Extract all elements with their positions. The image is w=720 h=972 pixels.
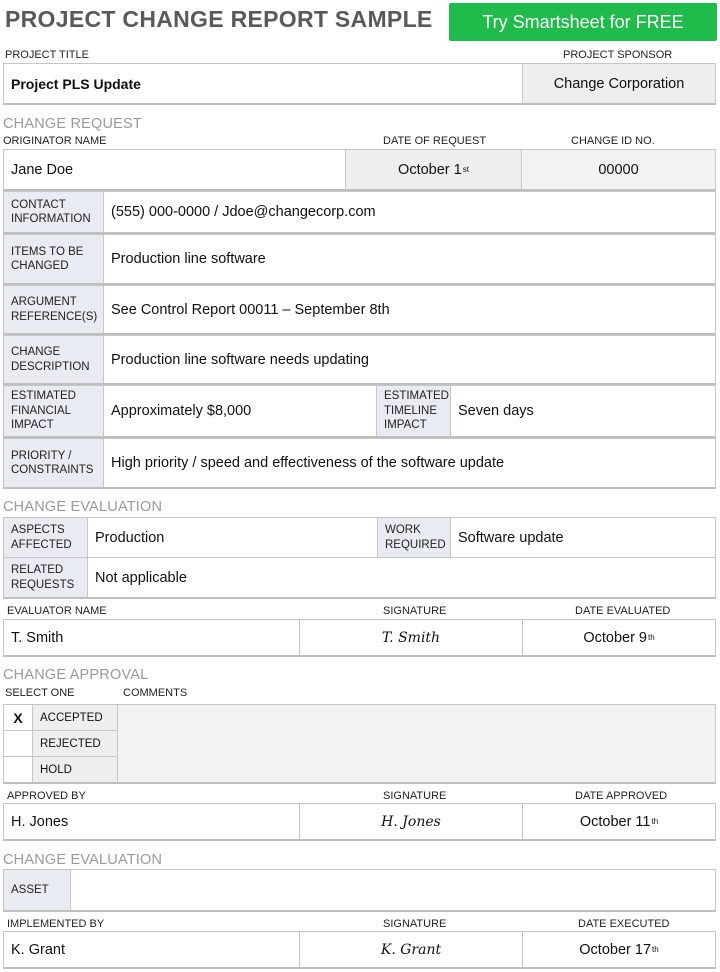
implemented-by-label: IMPLEMENTED BY	[7, 918, 105, 930]
originator-field[interactable]: Jane Doe	[4, 150, 345, 189]
timeline-label: ESTIMATED TIMELINE IMPACT	[376, 386, 451, 436]
related-row: RELATED REQUESTS Not applicable	[3, 557, 716, 599]
implementer-signature-field[interactable]: K. Grant	[299, 932, 522, 967]
aspects-row: ASPECTS AFFECTED Production WORK REQUIRED …	[3, 517, 716, 558]
timeline-field[interactable]: Seven days	[451, 386, 715, 436]
approver-signature-field[interactable]: H. Jones	[299, 804, 522, 839]
asset-row: ASSET	[3, 869, 716, 912]
evaluator-label: EVALUATOR NAME	[7, 605, 107, 617]
implementation-heading: CHANGE EVALUATION	[3, 852, 163, 868]
accepted-checkbox[interactable]: X	[4, 705, 33, 731]
items-field[interactable]: Production line software	[104, 235, 715, 283]
accepted-option: ACCEPTED	[33, 705, 117, 731]
hold-checkbox[interactable]	[4, 757, 33, 782]
change-id-field[interactable]: 00000	[521, 150, 715, 189]
work-field[interactable]: Software update	[451, 518, 715, 557]
work-label: WORK REQUIRED	[377, 518, 451, 557]
change-evaluation-heading: CHANGE EVALUATION	[3, 499, 163, 515]
date-of-request-value: October 1	[398, 161, 462, 178]
date-suffix: th	[648, 633, 655, 642]
aspects-label: ASPECTS AFFECTED	[4, 518, 88, 557]
date-suffix: th	[652, 945, 659, 954]
approval-options: X ACCEPTED REJECTED HOLD	[3, 704, 716, 784]
implementer-row: K. Grant K. Grant October 17th	[3, 931, 716, 969]
approval-signature-label: SIGNATURE	[383, 790, 447, 802]
approver-field[interactable]: H. Jones	[4, 804, 299, 839]
description-row: CHANGE DESCRIPTION Production line softwa…	[3, 335, 716, 385]
priority-label: PRIORITY / CONSTRAINTS	[4, 439, 104, 487]
change-request-heading: CHANGE REQUEST	[3, 116, 142, 132]
rejected-checkbox[interactable]	[4, 731, 33, 757]
aspects-field[interactable]: Production	[88, 518, 377, 557]
asset-label: ASSET	[4, 870, 71, 910]
implementer-field[interactable]: K. Grant	[4, 932, 299, 967]
evaluator-signature-field[interactable]: T. Smith	[299, 620, 522, 655]
date-evaluated-label: DATE EVALUATED	[575, 605, 671, 617]
evaluator-field[interactable]: T. Smith	[4, 620, 299, 655]
date-executed-value: October 17	[579, 941, 652, 958]
argument-label: ARGUMENT REFERENCE(S)	[4, 286, 104, 333]
change-id-label: CHANGE ID NO.	[571, 135, 655, 147]
related-field[interactable]: Not applicable	[88, 558, 715, 597]
contact-label: CONTACT INFORMATION	[4, 192, 104, 232]
date-suffix: st	[462, 165, 469, 174]
approved-by-label: APPROVED BY	[7, 790, 86, 802]
date-executed-label: DATE EXECUTED	[578, 918, 670, 930]
project-row: Project PLS Update Change Corporation	[3, 63, 716, 105]
evaluator-row: T. Smith T. Smith October 9th	[3, 619, 716, 657]
date-evaluated-value: October 9	[583, 629, 647, 646]
description-field[interactable]: Production line software needs updating	[104, 336, 715, 383]
argument-row: ARGUMENT REFERENCE(S) See Control Report …	[3, 285, 716, 335]
date-approved-value: October 11	[579, 813, 651, 830]
argument-field[interactable]: See Control Report 00011 – September 8th	[104, 286, 715, 333]
asset-field[interactable]	[71, 870, 715, 910]
description-label: CHANGE DESCRIPTION	[4, 336, 104, 383]
request-row: Jane Doe October 1st 00000	[3, 149, 716, 191]
related-label: RELATED REQUESTS	[4, 558, 88, 597]
priority-row: PRIORITY / CONSTRAINTS High priority / sp…	[3, 438, 716, 489]
contact-field[interactable]: (555) 000-0000 / Jdoe@changecorp.com	[104, 192, 715, 232]
date-approved-label: DATE APPROVED	[575, 790, 668, 802]
financial-field[interactable]: Approximately $8,000	[104, 386, 376, 436]
contact-row: CONTACT INFORMATION (555) 000-0000 / Jdoe…	[3, 191, 716, 234]
page-title: PROJECT CHANGE REPORT SAMPLE	[5, 6, 433, 32]
priority-field[interactable]: High priority / speed and effectiveness …	[104, 439, 715, 487]
project-sponsor-field[interactable]: Change Corporation	[522, 64, 715, 103]
impact-row: ESTIMATED FINANCIAL IMPACT Approximately $…	[3, 385, 716, 438]
change-approval-heading: CHANGE APPROVAL	[3, 667, 149, 683]
project-sponsor-label: PROJECT SPONSOR	[563, 49, 673, 61]
try-smartsheet-button[interactable]: Try Smartsheet for FREE	[449, 3, 717, 41]
hold-option: HOLD	[33, 757, 117, 782]
date-of-request-field[interactable]: October 1st	[345, 150, 521, 189]
date-executed-field[interactable]: October 17th	[522, 932, 715, 967]
approver-row: H. Jones H. Jones October 11th	[3, 803, 716, 841]
comments-field[interactable]	[117, 705, 715, 782]
comments-label: COMMENTS	[123, 687, 188, 699]
originator-label: ORIGINATOR NAME	[3, 135, 107, 147]
project-title-label: PROJECT TITLE	[5, 49, 89, 61]
rejected-option: REJECTED	[33, 731, 117, 757]
date-approved-field[interactable]: October 11th	[522, 804, 715, 839]
items-row: ITEMS TO BE CHANGED Production line softw…	[3, 234, 716, 285]
items-label: ITEMS TO BE CHANGED	[4, 235, 104, 283]
date-of-request-label: DATE OF REQUEST	[383, 135, 487, 147]
date-evaluated-field[interactable]: October 9th	[522, 620, 715, 655]
date-suffix: th	[651, 817, 659, 826]
select-one-label: SELECT ONE	[5, 687, 75, 699]
evaluation-signature-label: SIGNATURE	[383, 605, 447, 617]
implementation-signature-label: SIGNATURE	[383, 918, 447, 930]
financial-label: ESTIMATED FINANCIAL IMPACT	[4, 386, 104, 436]
project-title-field[interactable]: Project PLS Update	[4, 64, 522, 103]
